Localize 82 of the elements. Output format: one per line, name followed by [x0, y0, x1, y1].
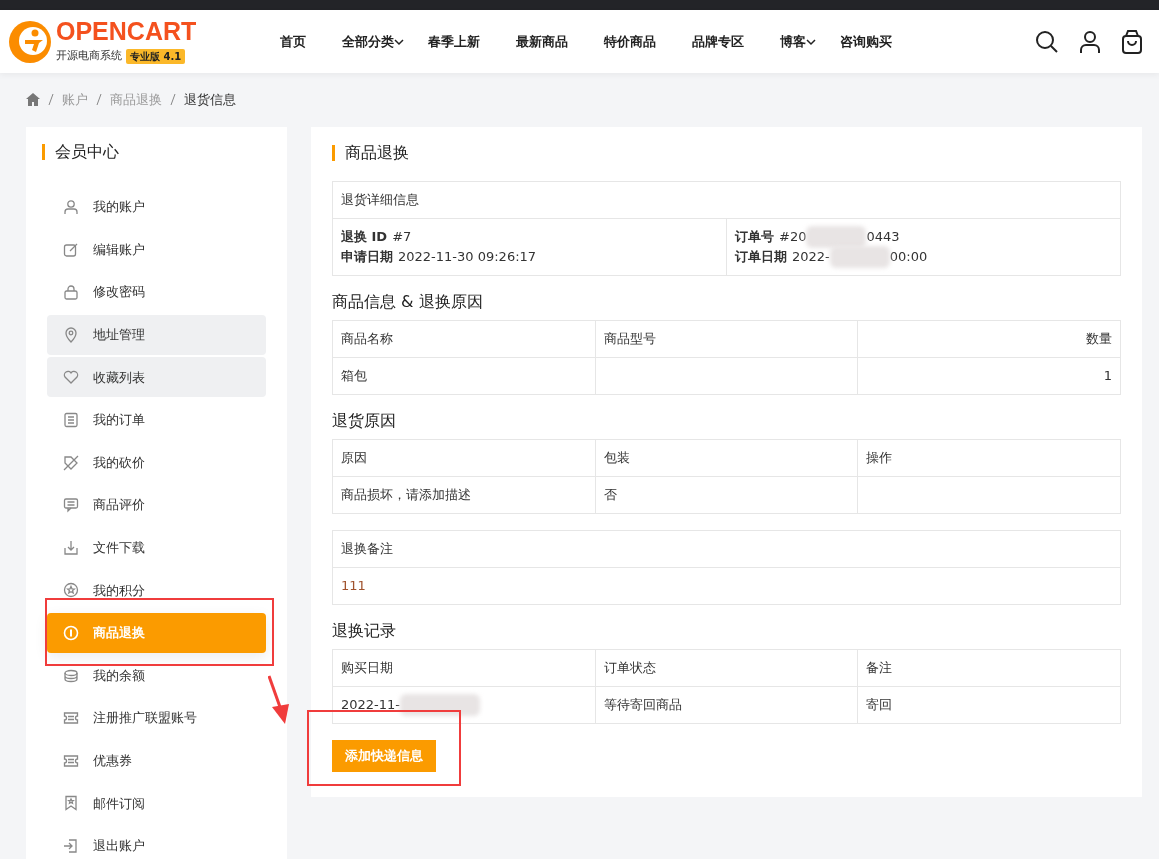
heart-icon	[63, 369, 79, 386]
table-cell: 等待寄回商品	[595, 686, 858, 724]
detail-field: 订单号 #20 0443	[735, 227, 1112, 247]
sidebar-item[interactable]: 我的订单	[47, 399, 266, 440]
separator-icon	[96, 93, 102, 106]
nav-link[interactable]: 全部分类	[342, 31, 405, 52]
nav-link[interactable]: 特价商品	[604, 31, 657, 52]
search-icon[interactable]	[1035, 29, 1059, 54]
edit-icon	[63, 241, 79, 258]
brand-name: OPENCART	[56, 18, 197, 44]
star-badge-icon	[63, 582, 79, 599]
column-header: 数量	[857, 320, 1121, 358]
clipboard-icon	[63, 411, 79, 428]
breadcrumb-current: 退货信息	[184, 90, 236, 109]
comment-icon	[63, 497, 79, 514]
nav-link[interactable]: 最新商品	[516, 31, 569, 52]
column-header: 包装	[595, 439, 858, 477]
tag-icon	[63, 454, 79, 471]
table-header-cell: 退货详细信息	[332, 181, 1121, 219]
column-header: 原因	[332, 439, 596, 477]
sidebar-item[interactable]: 我的账户	[47, 187, 266, 227]
sidebar-item[interactable]: 我的积分	[47, 570, 266, 611]
home-icon	[26, 93, 40, 106]
lock-icon	[63, 284, 79, 301]
nav-link[interactable]: 咨询购买	[840, 31, 893, 52]
page-title: 商品退换	[332, 145, 1121, 161]
user-icon	[63, 199, 79, 215]
sidebar-item[interactable]: 优惠券	[47, 740, 266, 781]
separator-icon	[170, 93, 176, 106]
section-title: 退货原因	[332, 410, 397, 432]
table-cell: 2022-11-	[332, 686, 596, 724]
sidebar-item[interactable]: 编辑账户	[47, 229, 266, 270]
sidebar-item[interactable]: 我的余额	[47, 655, 266, 696]
user-icon[interactable]	[1079, 29, 1101, 54]
table-cell: 1	[857, 357, 1121, 395]
table-cell: 寄回	[857, 686, 1121, 724]
column-header: 订单状态	[595, 649, 858, 687]
sidebar-title: 会员中心	[42, 144, 287, 160]
table-cell: 111	[332, 567, 1121, 605]
table-cell: 否	[595, 476, 858, 514]
sidebar-item[interactable]: 商品评价	[47, 485, 266, 526]
separator-icon	[48, 93, 54, 106]
sidebar-item[interactable]: 退出账户	[47, 825, 266, 859]
nav-link[interactable]: 春季上新	[428, 31, 481, 52]
coin-icon	[63, 624, 79, 641]
column-header: 商品名称	[332, 320, 596, 358]
nav-link[interactable]: 品牌专区	[692, 31, 745, 52]
location-pin-icon	[63, 326, 79, 343]
sidebar-item[interactable]: 我的砍价	[47, 442, 266, 483]
column-header: 商品型号	[595, 320, 858, 358]
download-icon	[63, 539, 79, 556]
column-header: 购买日期	[332, 649, 596, 687]
sidebar-item[interactable]: 文件下载	[47, 527, 266, 568]
shopping-bag-icon[interactable]	[1121, 29, 1143, 54]
sidebar-item[interactable]: 地址管理	[47, 314, 266, 355]
edition-badge: 专业版 4.1	[126, 48, 186, 64]
ticket-icon	[63, 710, 79, 727]
chevron-down-icon	[806, 37, 817, 46]
sidebar-item[interactable]: 邮件订阅	[47, 783, 266, 824]
ticket-icon	[63, 752, 79, 769]
chevron-down-icon	[394, 37, 405, 46]
column-header: 操作	[857, 439, 1121, 477]
logout-icon	[63, 837, 79, 854]
detail-field: 订单日期 2022- 00:00	[735, 247, 1112, 267]
column-header: 备注	[857, 649, 1121, 687]
table-cell: 箱包	[332, 357, 596, 395]
annotation-arrow	[268, 675, 290, 725]
logo-icon	[8, 19, 52, 64]
detail-field: 申请日期 2022-11-30 09:26:17	[341, 247, 718, 267]
section-title: 退换记录	[332, 620, 397, 642]
nav-link[interactable]: 首页	[280, 31, 307, 52]
table-cell: 商品损坏，请添加描述	[332, 476, 596, 514]
column-header: 退换备注	[332, 530, 1121, 568]
sidebar-item[interactable]: 收藏列表	[47, 357, 266, 398]
tagline: 开源电商系统	[56, 47, 122, 64]
detail-field: 退换 ID #7	[341, 227, 718, 247]
sidebar-item[interactable]: 注册推广联盟账号	[47, 698, 266, 739]
database-icon	[63, 667, 79, 684]
section-title: 商品信息 & 退换原因	[332, 291, 484, 313]
bookmark-icon	[63, 795, 79, 812]
nav-link[interactable]: 博客	[780, 31, 817, 52]
sidebar-item[interactable]: 修改密码	[47, 272, 266, 313]
